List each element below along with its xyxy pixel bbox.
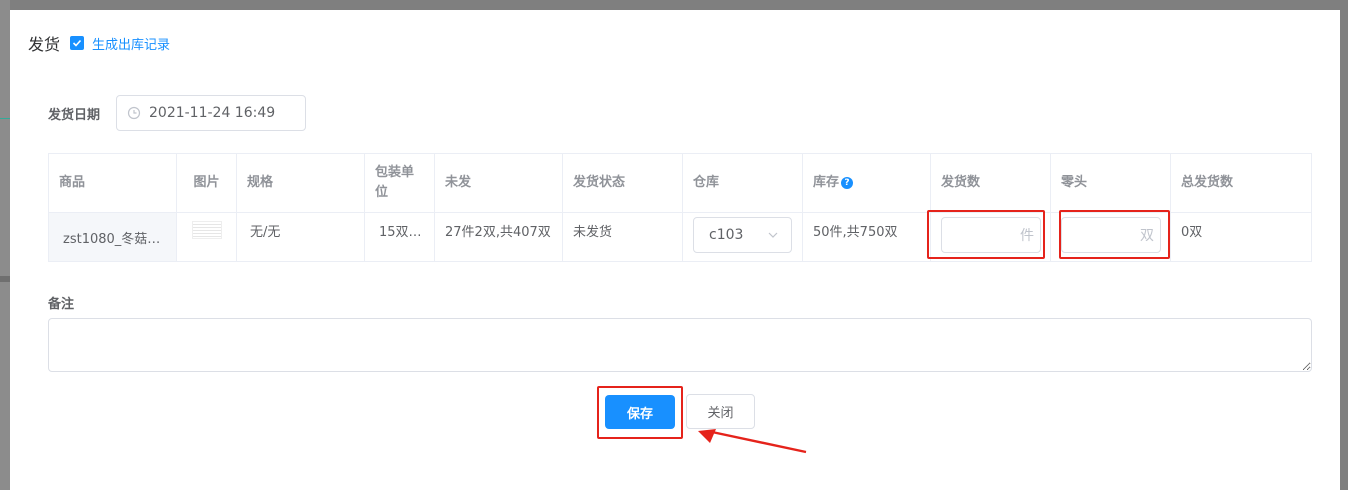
help-icon[interactable]: ? <box>841 177 854 189</box>
header-goods: 商品 <box>48 153 177 213</box>
ship-date-row: 发货日期 2021-11-24 16:49 <box>48 95 306 131</box>
cell-goods: zst1080_冬菇… <box>48 212 177 262</box>
dialog-header: 发货 生成出库记录 <box>28 32 170 54</box>
cell-pack-unit: 15双… <box>364 212 435 262</box>
ship-dialog: 发货 生成出库记录 发货日期 2021-11-24 16:49 商品 图片 规格… <box>10 10 1340 490</box>
dialog-title: 发货 <box>28 35 61 54</box>
status-value: 未发货 <box>573 225 613 240</box>
cell-stock: 50件,共750双 <box>802 212 931 262</box>
total-value: 0双 <box>1181 225 1203 240</box>
stock-value: 50件,共750双 <box>813 225 898 240</box>
header-pack-unit: 包装单位 <box>364 153 435 213</box>
cell-image <box>176 212 237 262</box>
goods-table: 商品 图片 规格 包装单位 未发 发货状态 仓库 库存? 发货数 零头 总发货数… <box>48 153 1312 262</box>
header-image: 图片 <box>176 153 237 213</box>
close-button[interactable]: 关闭 <box>686 394 755 429</box>
warehouse-select[interactable]: c103 <box>693 217 792 253</box>
header-stock: 库存? <box>802 153 931 213</box>
unshipped-value: 27件2双,共407双 <box>445 225 551 240</box>
loose-qty-unit: 双 <box>1140 228 1154 244</box>
ship-date-picker[interactable]: 2021-11-24 16:49 <box>116 95 306 131</box>
generate-record-label[interactable]: 生成出库记录 <box>92 34 170 53</box>
cell-warehouse: c103 <box>682 212 803 262</box>
clock-icon <box>127 106 141 120</box>
ship-qty-input[interactable]: 件 <box>941 217 1041 253</box>
background-page <box>0 0 10 490</box>
background-divider <box>0 118 10 119</box>
ship-qty-unit: 件 <box>1020 228 1034 244</box>
remark-textarea[interactable] <box>48 318 1312 372</box>
header-loose: 零头 <box>1050 153 1171 213</box>
cell-spec: 无/无 <box>236 212 365 262</box>
header-warehouse: 仓库 <box>682 153 803 213</box>
header-unshipped: 未发 <box>434 153 563 213</box>
header-spec: 规格 <box>236 153 365 213</box>
save-button[interactable]: 保存 <box>605 395 675 429</box>
product-thumbnail[interactable] <box>191 221 222 239</box>
ship-date-label: 发货日期 <box>48 107 101 123</box>
loose-qty-input[interactable]: 双 <box>1061 217 1161 253</box>
cell-ship-qty: 件 <box>930 212 1051 262</box>
table-row: zst1080_冬菇… 无/无 15双… 27件2双,共407双 未发货 c10… <box>48 212 1312 262</box>
pack-unit-value: 15双… <box>379 225 422 240</box>
checkbox-checked-icon <box>72 39 82 47</box>
header-ship-qty: 发货数 <box>930 153 1051 213</box>
cell-total: 0双 <box>1170 212 1312 262</box>
header-total: 总发货数 <box>1170 153 1312 213</box>
goods-name: zst1080_冬菇… <box>63 231 161 247</box>
cell-status: 未发货 <box>562 212 683 262</box>
warehouse-selected: c103 <box>709 227 744 243</box>
background-divider <box>0 276 10 282</box>
arrow-annotation-icon <box>698 429 807 454</box>
header-status: 发货状态 <box>562 153 683 213</box>
table-header-row: 商品 图片 规格 包装单位 未发 发货状态 仓库 库存? 发货数 零头 总发货数 <box>48 153 1312 213</box>
remark-label: 备注 <box>48 297 75 312</box>
spec-value: 无/无 <box>250 225 281 240</box>
ship-date-value: 2021-11-24 16:49 <box>149 105 276 121</box>
header-stock-label: 库存 <box>813 175 840 190</box>
chevron-down-icon <box>768 232 778 238</box>
cell-loose: 双 <box>1050 212 1171 262</box>
cell-unshipped: 27件2双,共407双 <box>434 212 563 262</box>
generate-record-checkbox[interactable] <box>70 36 85 50</box>
